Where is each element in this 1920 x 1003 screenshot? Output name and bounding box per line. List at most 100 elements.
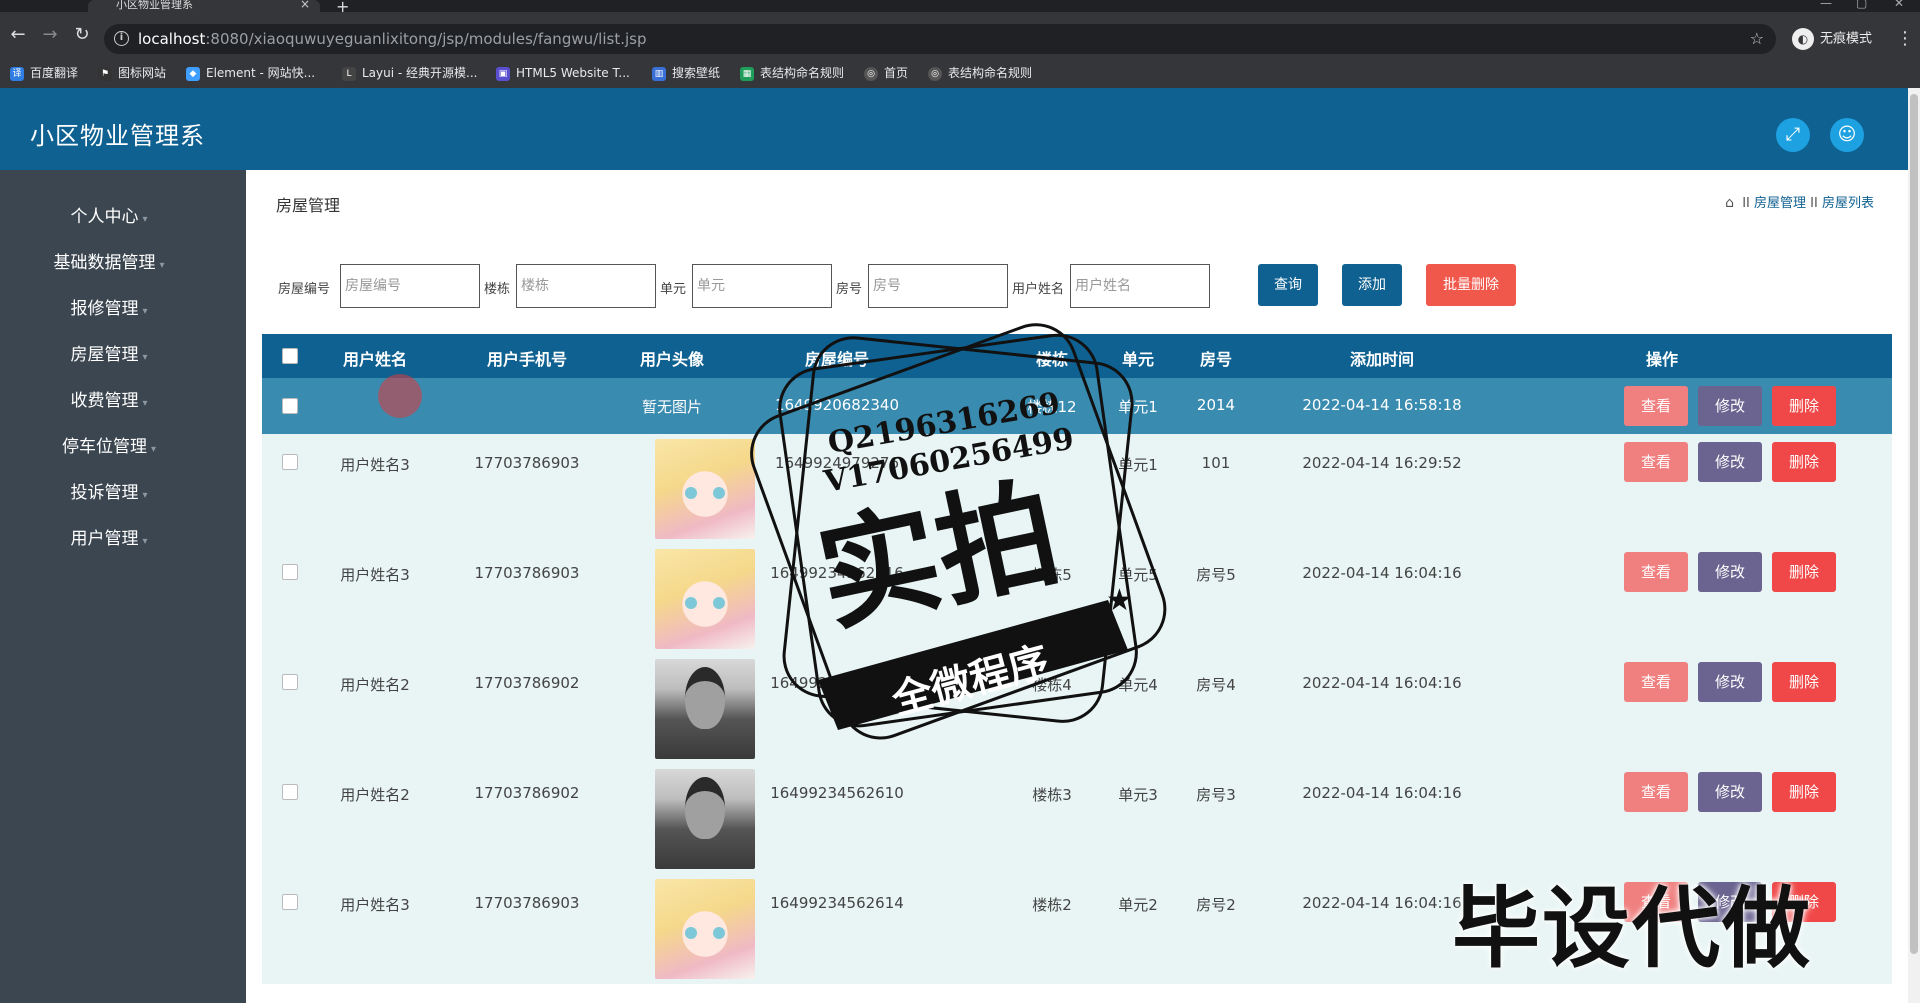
edit-button[interactable]: 修改 bbox=[1698, 386, 1762, 426]
building-input[interactable] bbox=[516, 264, 656, 308]
select-all-checkbox[interactable] bbox=[282, 348, 298, 364]
delete-button[interactable]: 删除 bbox=[1772, 442, 1836, 482]
breadcrumb-house-manage[interactable]: 房屋管理 bbox=[1754, 196, 1806, 211]
user-name-label: 用户姓名 bbox=[1012, 282, 1065, 297]
delete-button[interactable]: 删除 bbox=[1772, 552, 1836, 592]
house-no-input[interactable] bbox=[340, 264, 480, 308]
cell-time: 2022-04-14 16:58:18 bbox=[1302, 396, 1462, 414]
close-window-icon[interactable]: ✕ bbox=[1894, 0, 1904, 10]
row-checkbox[interactable] bbox=[282, 398, 298, 414]
delete-button[interactable]: 删除 bbox=[1772, 662, 1836, 702]
element-logo-icon: ◆ bbox=[186, 66, 200, 81]
edit-button[interactable]: 修改 bbox=[1698, 662, 1762, 702]
globe-icon: ◎ bbox=[864, 66, 878, 81]
sidebar-item-house[interactable]: 房屋管理 ▾ bbox=[0, 340, 218, 365]
url-host: localhost bbox=[138, 30, 206, 48]
sidebar-item-repair[interactable]: 报修管理 ▾ bbox=[0, 294, 218, 319]
cell-phone: 17703786902 bbox=[474, 784, 580, 802]
address-bar[interactable]: i localhost:8080/xiaoquwuyeguanlixitong/… bbox=[104, 24, 1776, 54]
bookmark-item[interactable]: ◎ 表结构命名规则 bbox=[928, 60, 1032, 86]
bookmark-item[interactable]: L Layui - 经典开源模... bbox=[342, 60, 477, 86]
cell-phone: 17703786902 bbox=[474, 674, 580, 692]
bookmark-item[interactable]: ▥ 搜索壁纸 bbox=[652, 60, 720, 86]
sidebar-item-user[interactable]: 用户管理 ▾ bbox=[0, 524, 218, 549]
home-icon[interactable]: ⌂ bbox=[1725, 195, 1734, 211]
globe-icon: ◎ bbox=[928, 66, 942, 81]
row-checkbox[interactable] bbox=[282, 674, 298, 690]
tab-close-icon[interactable]: × bbox=[300, 0, 310, 10]
site-info-icon[interactable]: i bbox=[114, 31, 129, 46]
row-checkbox[interactable] bbox=[282, 564, 298, 580]
th-unit: 单元 bbox=[1121, 350, 1154, 369]
browser-tabbar: 小区物业管理系 × + — ▢ ✕ bbox=[0, 0, 1920, 16]
page-scrollbar[interactable] bbox=[1908, 88, 1920, 1003]
cell-unit: 单元4 bbox=[1118, 676, 1158, 694]
bookmark-item[interactable]: ▦ 表结构命名规则 bbox=[740, 60, 844, 86]
th-time: 添加时间 bbox=[1349, 350, 1414, 369]
bookmarks-bar: 译百度翻译 ⚑ 图标网站 ◆ Element - 网站快... L Layui - 经… bbox=[0, 58, 1920, 88]
cell-time: 2022-04-14 16:04:16 bbox=[1302, 564, 1462, 582]
user-icon[interactable]: ☺ bbox=[1830, 118, 1864, 152]
bookmark-star-icon[interactable]: ☆ bbox=[1750, 24, 1764, 54]
batch-delete-button[interactable]: 批量删除 bbox=[1426, 264, 1516, 306]
cell-house-no: 16499234562614 bbox=[770, 894, 904, 912]
table-row[interactable]: 用户姓名3 17703786903 1649924979276 单元1 101 2022-… bbox=[262, 434, 1892, 544]
sidebar-item-charge[interactable]: 收费管理 ▾ bbox=[0, 386, 218, 411]
delete-button[interactable]: 删除 bbox=[1772, 772, 1836, 812]
row-checkbox[interactable] bbox=[282, 784, 298, 800]
bookmark-item[interactable]: ◆ Element - 网站快... bbox=[186, 60, 315, 86]
unit-label: 单元 bbox=[660, 282, 687, 297]
minimize-icon[interactable]: — bbox=[1820, 0, 1832, 10]
scrollbar-thumb[interactable] bbox=[1910, 94, 1918, 954]
cell-time: 2022-04-14 16:04:16 bbox=[1302, 784, 1462, 802]
delete-button[interactable]: 删除 bbox=[1772, 386, 1836, 426]
cell-time: 2022-04-14 16:29:52 bbox=[1302, 454, 1462, 472]
view-button[interactable]: 查看 bbox=[1624, 442, 1688, 482]
sidebar-item-complaint[interactable]: 投诉管理 ▾ bbox=[0, 478, 218, 503]
view-button[interactable]: 查看 bbox=[1624, 386, 1688, 426]
table-row[interactable]: 用户姓名3 17703786903 16499234562616 楼栋5 单元5 房号5 2… bbox=[262, 544, 1892, 654]
sidebar-item-personal-center[interactable]: 个人中心 ▾ bbox=[0, 202, 218, 227]
user-name-input[interactable] bbox=[1070, 264, 1210, 308]
cell-room: 房号3 bbox=[1196, 786, 1236, 804]
view-button[interactable]: 查看 bbox=[1624, 772, 1688, 812]
row-checkbox[interactable] bbox=[282, 894, 298, 910]
html5-icon: ▣ bbox=[496, 66, 510, 81]
table-row[interactable]: 1649920682340 楼栋12 单元1 2014 2022-04-14 16:58… bbox=[262, 378, 1892, 434]
browser-tab[interactable]: 小区物业管理系 × bbox=[88, 0, 320, 12]
query-button[interactable]: 查询 bbox=[1258, 264, 1318, 306]
bookmark-item[interactable]: ▣ HTML5 Website T... bbox=[496, 60, 630, 86]
layui-logo-icon: L bbox=[342, 66, 356, 81]
browser-menu-icon[interactable]: ⋮ bbox=[1896, 28, 1914, 49]
edit-button[interactable]: 修改 bbox=[1698, 772, 1762, 812]
unit-input[interactable] bbox=[692, 264, 832, 308]
add-button[interactable]: 添加 bbox=[1342, 264, 1402, 306]
cell-unit: 单元1 bbox=[1118, 398, 1158, 416]
cell-house-no: 16499234562610 bbox=[770, 674, 904, 692]
reload-icon[interactable]: ↻ bbox=[70, 24, 94, 45]
edit-button[interactable]: 修改 bbox=[1698, 552, 1762, 592]
bookmark-item[interactable]: ⚑ 图标网站 bbox=[98, 60, 166, 86]
expand-icon[interactable]: ⤢ bbox=[1776, 118, 1810, 152]
room-input[interactable] bbox=[868, 264, 1008, 308]
cell-name: 用户姓名2 bbox=[340, 786, 410, 804]
forward-icon[interactable]: → bbox=[38, 24, 62, 45]
edit-button[interactable]: 修改 bbox=[1698, 442, 1762, 482]
cursor-highlight bbox=[378, 374, 422, 418]
view-button[interactable]: 查看 bbox=[1624, 552, 1688, 592]
view-button[interactable]: 查看 bbox=[1624, 662, 1688, 702]
bookmark-item[interactable]: 译百度翻译 bbox=[10, 60, 78, 86]
bookmark-item[interactable]: ◎ 首页 bbox=[864, 60, 908, 86]
sidebar-item-basic-data[interactable]: 基础数据管理 ▾ bbox=[0, 248, 218, 273]
cell-phone: 17703786903 bbox=[474, 564, 580, 582]
table-row[interactable]: 用户姓名2 17703786902 16499234562610 楼栋4 单元4 房号4 2… bbox=[262, 654, 1892, 764]
cell-phone: 17703786903 bbox=[474, 894, 580, 912]
cell-house-no: 16499234562616 bbox=[770, 564, 904, 582]
maximize-icon[interactable]: ▢ bbox=[1856, 0, 1867, 10]
incognito-indicator[interactable]: ◐ 无痕模式 bbox=[1792, 28, 1872, 51]
sidebar-item-parking[interactable]: 停车位管理 ▾ bbox=[0, 432, 218, 457]
room-label: 房号 bbox=[836, 282, 863, 297]
app-header: 小区物业管理系 ⤢ ☺ bbox=[0, 88, 1908, 170]
row-checkbox[interactable] bbox=[282, 454, 298, 470]
back-icon[interactable]: ← bbox=[6, 24, 30, 45]
